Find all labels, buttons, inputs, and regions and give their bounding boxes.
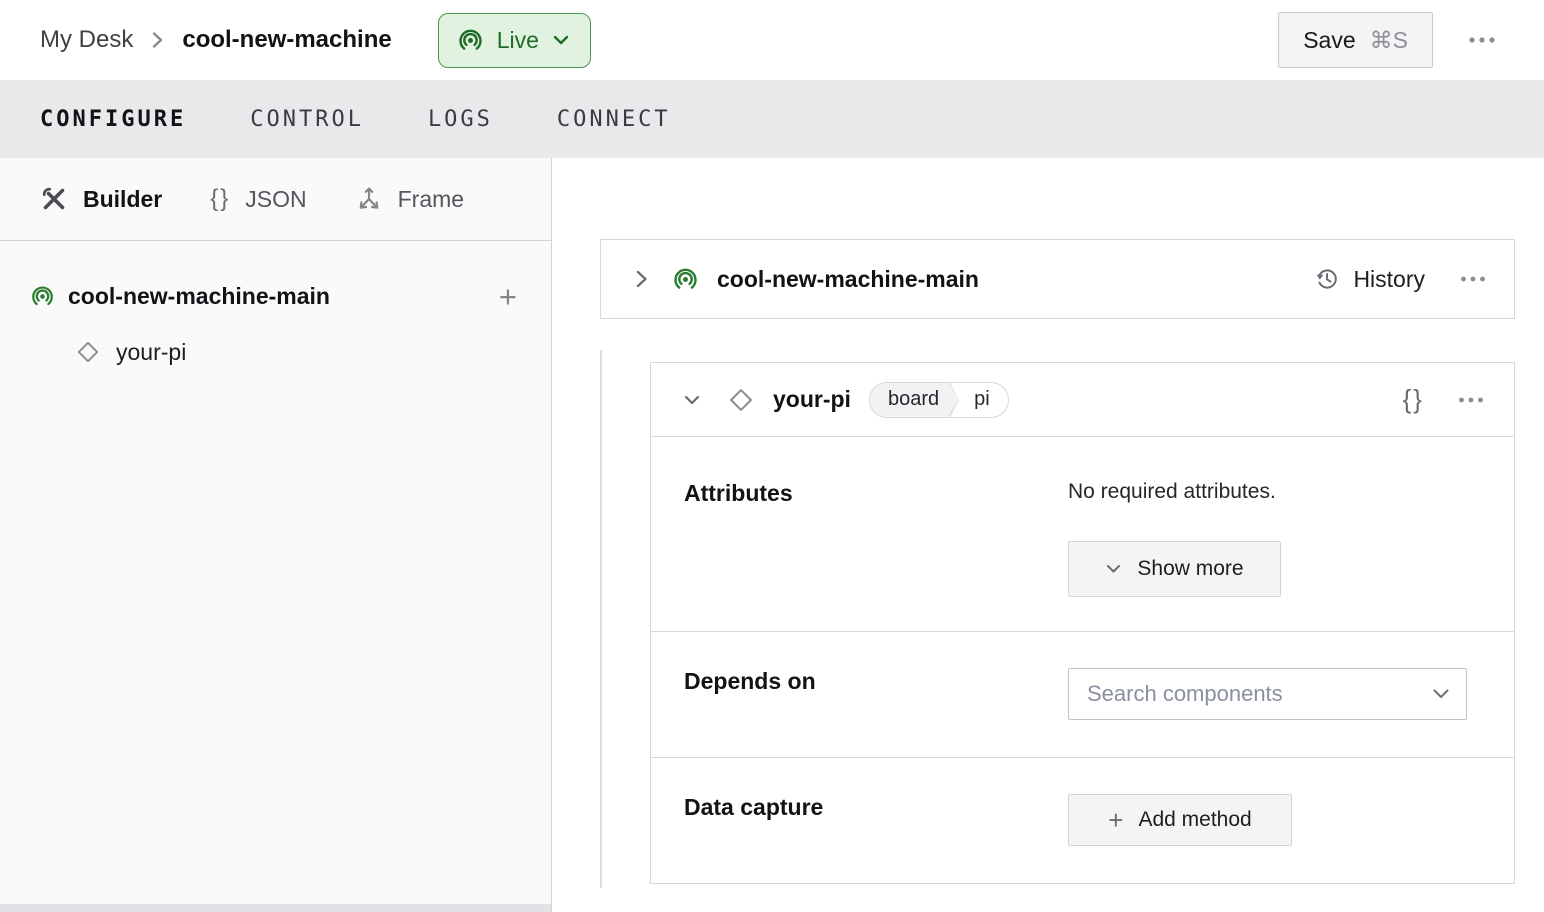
edit-json-braces-icon[interactable]: {} [1403, 384, 1424, 415]
add-method-label: Add method [1138, 808, 1252, 831]
tab-logs[interactable]: LOGS [428, 107, 493, 132]
tab-control[interactable]: CONTROL [250, 107, 364, 132]
topbar-overflow-menu-icon[interactable] [1466, 30, 1498, 50]
machine-card-overflow-menu-icon[interactable] [1458, 269, 1488, 289]
component-diamond-icon [728, 387, 754, 413]
attributes-section: Attributes No required attributes. Show … [651, 436, 1514, 631]
page-tab-bar: CONFIGURE CONTROL LOGS CONNECT [0, 80, 1544, 158]
component-type: board [870, 383, 959, 417]
history-icon [1314, 266, 1340, 292]
view-builder[interactable]: Builder [40, 185, 162, 213]
breadcrumb-parent-link[interactable]: My Desk [40, 26, 133, 54]
data-capture-label: Data capture [684, 794, 824, 820]
view-frame[interactable]: Frame [355, 185, 464, 213]
search-components-input[interactable] [1068, 668, 1467, 720]
live-status-label: Live [496, 26, 539, 53]
component-card-your-pi: your-pi board pi {} Attributes No requir… [650, 362, 1515, 884]
live-broadcast-icon [457, 27, 484, 54]
braces-icon: {} [210, 185, 231, 212]
machine-part-title: cool-new-machine-main [717, 265, 979, 292]
component-title: your-pi [773, 386, 851, 412]
component-overflow-menu-icon[interactable] [1456, 390, 1486, 410]
machine-part-card: cool-new-machine-main History [600, 239, 1515, 319]
tree-item-your-pi[interactable]: your-pi [0, 324, 551, 380]
tab-configure[interactable]: CONFIGURE [40, 107, 186, 132]
depends-on-label: Depends on [684, 668, 816, 694]
component-type-badge: board pi [868, 381, 1009, 418]
view-frame-label: Frame [397, 185, 465, 212]
expand-chevron-right-icon[interactable] [633, 267, 650, 291]
save-button[interactable]: Save ⌘S [1278, 12, 1433, 68]
save-button-label: Save [1303, 26, 1356, 53]
sidebar-horizontal-scrollbar[interactable] [0, 904, 551, 912]
save-shortcut-hint: ⌘S [1369, 26, 1408, 53]
add-component-button[interactable]: + [499, 281, 517, 312]
collapse-chevron-down-icon[interactable] [682, 393, 702, 407]
tree-item-machine[interactable]: cool-new-machine-main + [0, 268, 551, 324]
configure-main-area: cool-new-machine-main History your-pi bo… [552, 158, 1544, 912]
component-diamond-icon [76, 340, 100, 364]
view-builder-label: Builder [83, 185, 163, 212]
chevron-down-icon [1105, 563, 1122, 575]
attributes-label: Attributes [684, 480, 793, 506]
depends-on-section: Depends on [651, 631, 1514, 757]
view-switcher: Builder {} JSON Frame [0, 158, 551, 241]
tree-your-pi-label: your-pi [116, 338, 187, 365]
top-bar: My Desk cool-new-machine Live Save ⌘S [0, 0, 1544, 80]
add-method-button[interactable]: + Add method [1068, 794, 1292, 846]
breadcrumb-chevron-icon [150, 29, 165, 51]
component-tree: cool-new-machine-main + your-pi [0, 241, 551, 380]
machine-online-icon [672, 266, 699, 293]
show-more-button[interactable]: Show more [1068, 541, 1281, 597]
tools-icon [40, 185, 68, 213]
machine-online-icon [30, 284, 55, 309]
component-card-header: your-pi board pi {} [651, 363, 1514, 436]
depends-on-select [1068, 668, 1467, 720]
tab-connect[interactable]: CONNECT [557, 107, 671, 132]
attributes-empty-message: No required attributes. [1068, 480, 1276, 503]
frame-axes-icon [355, 185, 383, 213]
live-status-dropdown[interactable]: Live [437, 12, 591, 68]
view-json[interactable]: {} JSON [210, 185, 306, 213]
history-button[interactable]: History [1314, 266, 1425, 293]
breadcrumb-machine-name: cool-new-machine [182, 26, 392, 53]
history-button-label: History [1353, 265, 1425, 292]
component-model: pi [974, 388, 990, 410]
data-capture-section: Data capture + Add method [651, 757, 1514, 883]
view-json-label: JSON [245, 185, 307, 212]
tree-connector-line [600, 350, 602, 888]
plus-icon: + [1108, 805, 1124, 835]
live-chevron-down-icon [552, 34, 570, 46]
show-more-label: Show more [1137, 557, 1244, 580]
configure-sidebar: Builder {} JSON Frame cool-new-machine-m… [0, 158, 552, 912]
tree-machine-label: cool-new-machine-main [68, 282, 330, 309]
